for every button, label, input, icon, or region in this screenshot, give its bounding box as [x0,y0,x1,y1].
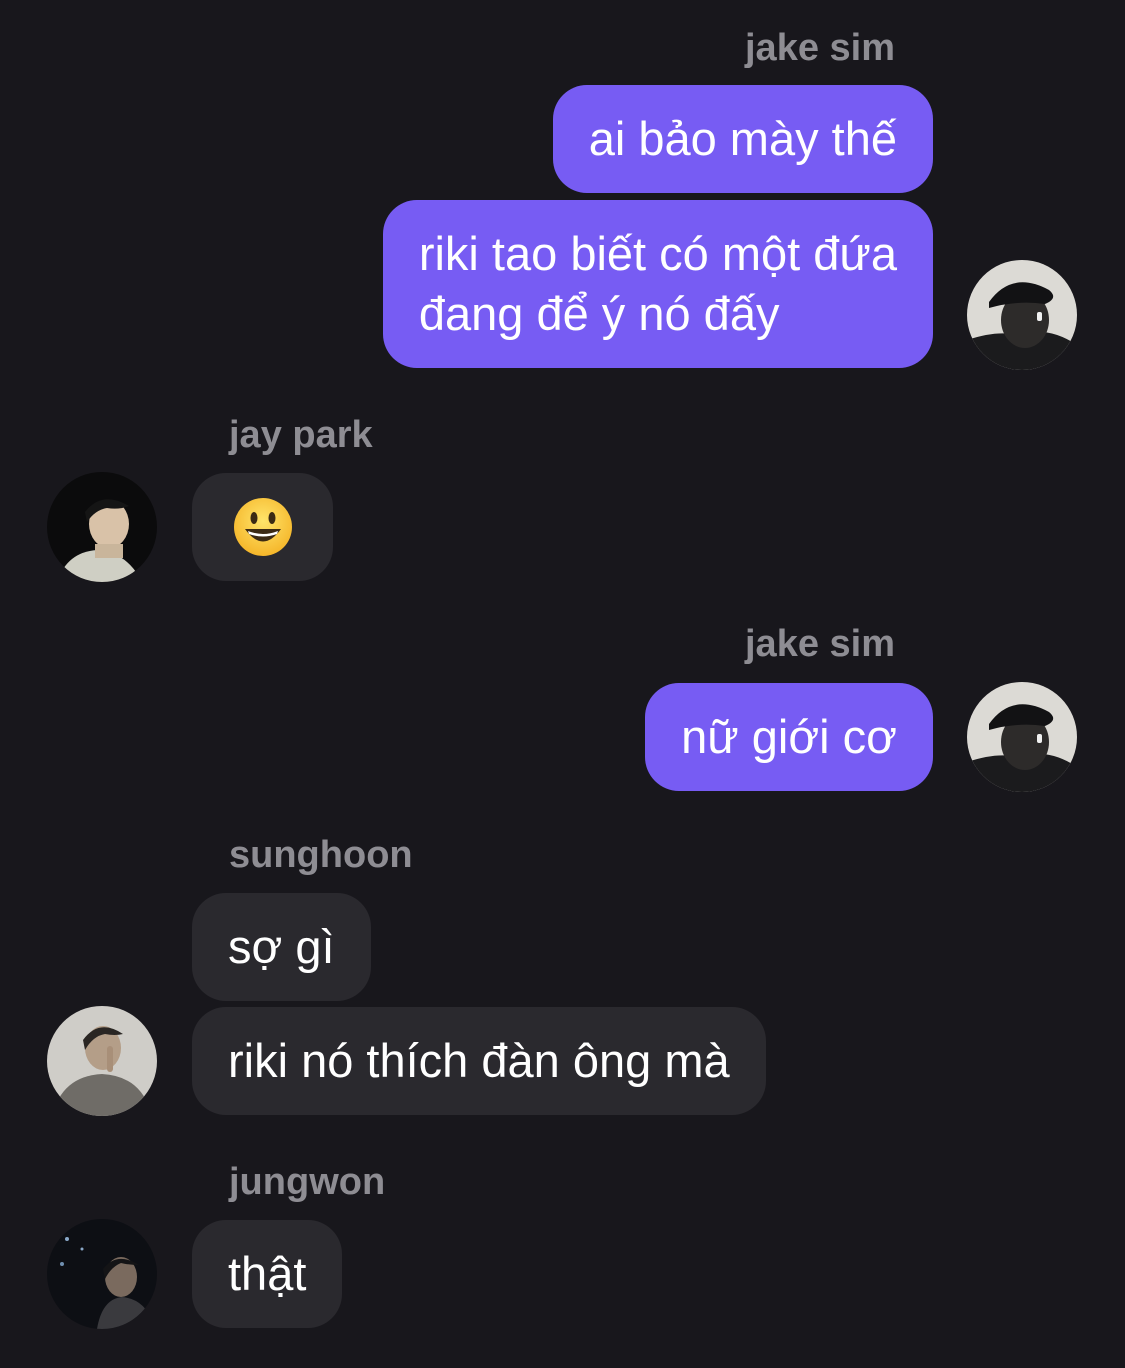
avatar-jungwon[interactable] [47,1219,157,1329]
message-bubble-outgoing[interactable]: ai bảo mày thế [552,85,933,193]
message-bubble-incoming[interactable]: riki nó thích đàn ông mà [192,1007,766,1115]
avatar-jake-sim[interactable] [967,682,1077,792]
sender-name-jake-sim: jake sim [745,27,895,69]
sender-name-jay-park: jay park [229,414,373,456]
message-text-line: riki tao biết có một đứa [418,227,897,280]
avatar-sunghoon[interactable] [47,1006,157,1116]
message-bubble-outgoing[interactable]: nữ giới cơ [645,683,933,791]
message-bubble-incoming[interactable] [192,473,333,581]
message-bubble-outgoing[interactable]: riki tao biết có một đứa đang để ý nó đấ… [382,200,933,368]
avatar-jake-sim[interactable] [967,260,1077,370]
smiling-face-emoji-icon [234,498,292,556]
message-text-line: đang để ý nó đấy [418,287,780,340]
sender-name-jungwon: jungwon [229,1161,386,1203]
sender-name-sunghoon: sunghoon [229,834,413,876]
message-bubble-incoming[interactable]: thật [192,1220,343,1328]
sender-name-jake-sim: jake sim [745,623,895,665]
message-bubble-incoming[interactable]: sợ gì [192,893,371,1001]
avatar-jay-park[interactable] [47,472,157,582]
